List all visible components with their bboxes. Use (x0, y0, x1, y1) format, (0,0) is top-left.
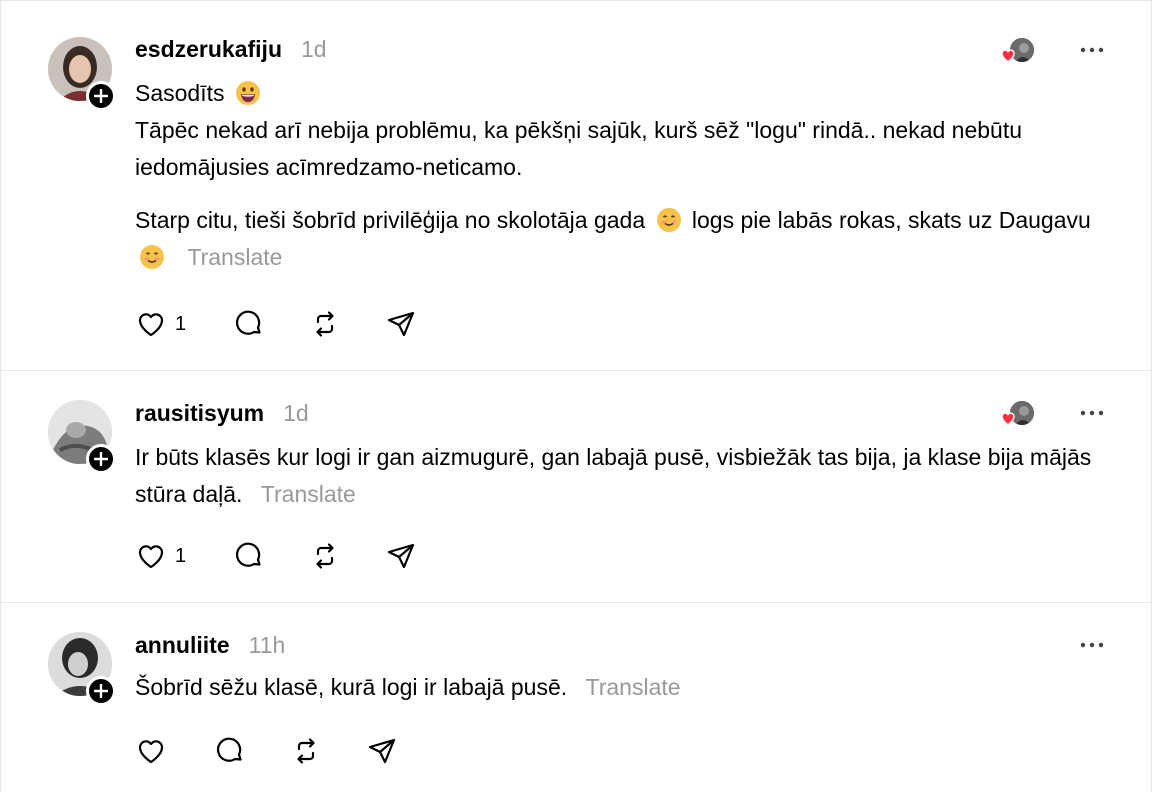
post-body: Sasodīts Tāpēc nekad arī nebija problēmu… (135, 75, 1111, 276)
more-horizontal-icon[interactable] (1079, 400, 1105, 426)
follow-button[interactable] (86, 81, 116, 111)
like-button[interactable]: 1 (135, 308, 233, 340)
post-top-right (1079, 632, 1105, 658)
liked-by-author-indicator (999, 37, 1035, 63)
heart-filled-icon (1001, 49, 1015, 63)
heart-icon (138, 545, 164, 569)
translate-link[interactable]: Translate (187, 244, 282, 270)
timestamp[interactable]: 1d (301, 33, 327, 65)
more-horizontal-icon[interactable] (1079, 632, 1105, 658)
post-header: annuliite 11h (135, 629, 285, 661)
timestamp[interactable]: 1d (283, 397, 309, 429)
username[interactable]: rausitisyum (135, 397, 264, 429)
post-line: Šobrīd sēžu klasē, kurā logi ir labajā p… (135, 674, 568, 700)
repost-icon (316, 311, 334, 337)
post-top-right (999, 37, 1105, 63)
post-line: logs pie labās rokas, skats uz Daugavu (691, 207, 1091, 233)
post-paragraph: Starp citu, tieši šobrīd privilēģija no … (135, 202, 1111, 276)
post-header: rausitisyum 1d (135, 397, 309, 429)
post-3: annuliite 11h Šobrīd sēžu klasē, kurā lo… (1, 603, 1151, 792)
avatar-container[interactable] (48, 37, 116, 111)
post-top-right (999, 400, 1105, 426)
repost-icon (316, 543, 334, 569)
reply-button[interactable] (233, 308, 309, 340)
reply-feed: esdzerukafiju 1d Sasodīts Tāpēc nekad ar… (0, 0, 1152, 792)
send-icon (387, 311, 415, 337)
more-horizontal-icon[interactable] (1079, 37, 1105, 63)
post-line: Tāpēc nekad arī nebija problēmu, ka pēkš… (135, 117, 1023, 180)
reply-button[interactable] (233, 540, 309, 572)
heart-filled-icon (1001, 412, 1015, 426)
comment-icon (217, 737, 242, 762)
username[interactable]: esdzerukafiju (135, 33, 282, 65)
share-button[interactable] (385, 540, 425, 572)
share-button[interactable] (366, 735, 406, 767)
post-body: Ir būts klasēs kur logi ir gan aizmugurē… (135, 439, 1111, 513)
post-paragraph: Ir būts klasēs kur logi ir gan aizmugurē… (135, 439, 1111, 513)
repost-button[interactable] (309, 540, 385, 572)
post-line: Sasodīts (135, 80, 225, 106)
action-bar: 1 (135, 540, 425, 572)
grinning-face-emoji (235, 81, 260, 105)
plus-icon (94, 452, 108, 466)
send-icon (368, 738, 396, 764)
post-body: Šobrīd sēžu klasē, kurā logi ir labajā p… (135, 669, 1111, 706)
action-bar: 1 (135, 308, 425, 340)
timestamp[interactable]: 11h (249, 629, 286, 661)
smiling-face-emoji (656, 208, 681, 232)
heart-icon (138, 313, 164, 337)
reply-button[interactable] (214, 735, 290, 767)
avatar-container[interactable] (48, 400, 116, 474)
repost-button[interactable] (309, 308, 385, 340)
like-count: 1 (175, 312, 187, 335)
translate-link[interactable]: Translate (261, 481, 356, 507)
liked-by-author-indicator (999, 400, 1035, 426)
share-button[interactable] (385, 308, 425, 340)
repost-button[interactable] (290, 735, 366, 767)
translate-link[interactable]: Translate (586, 674, 681, 700)
post-2: rausitisyum 1d Ir būts klasēs kur logi i… (1, 371, 1151, 603)
repost-icon (297, 738, 315, 764)
post-paragraph: Sasodīts Tāpēc nekad arī nebija problēmu… (135, 75, 1111, 186)
post-paragraph: Šobrīd sēžu klasē, kurā logi ir labajā p… (135, 669, 1111, 706)
action-bar (135, 735, 406, 767)
smiling-face-emoji (140, 245, 164, 269)
post-line: Starp citu, tieši šobrīd privilēģija no … (135, 207, 646, 233)
comment-icon (236, 310, 261, 335)
post-1: esdzerukafiju 1d Sasodīts Tāpēc nekad ar… (1, 1, 1151, 371)
post-header: esdzerukafiju 1d (135, 33, 327, 65)
plus-icon (94, 89, 108, 103)
like-button[interactable]: 1 (135, 540, 233, 572)
follow-button[interactable] (86, 444, 116, 474)
send-icon (387, 543, 415, 569)
username[interactable]: annuliite (135, 629, 230, 661)
avatar-container[interactable] (48, 632, 116, 706)
plus-icon (94, 684, 108, 698)
follow-button[interactable] (86, 676, 116, 706)
comment-icon (236, 542, 261, 567)
like-button[interactable] (135, 735, 214, 767)
heart-icon (138, 740, 164, 764)
like-count: 1 (175, 544, 187, 567)
